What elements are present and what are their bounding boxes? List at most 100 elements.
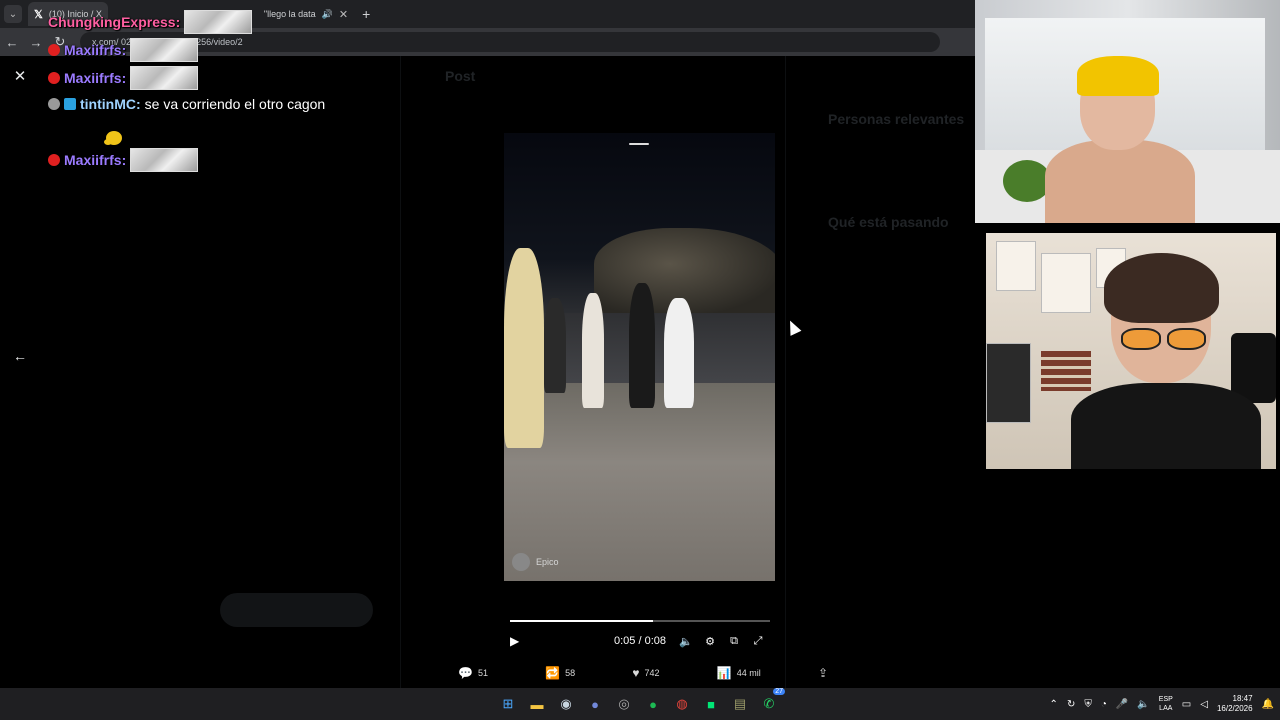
back-nav-icon[interactable]: ← — [0, 35, 24, 50]
video-time: 0:05 / 0:08 — [613, 635, 666, 647]
chat-text: se va corriendo el otro cagon — [144, 96, 326, 112]
cam-plush-toy — [1003, 160, 1051, 202]
reply-count: 51 — [477, 668, 488, 678]
bar-chart-icon: 📊 — [716, 666, 732, 680]
chat-username: Maxiifrfs: — [64, 152, 127, 168]
reply-icon: 💬 — [458, 666, 473, 680]
x-post-button-ghost — [220, 593, 373, 627]
chat-emote — [184, 10, 253, 34]
sub-badge-icon — [48, 72, 60, 84]
whatsapp-badge: 27 — [773, 688, 785, 695]
play-icon[interactable]: ▶ — [510, 634, 528, 648]
kick-icon[interactable]: ■ — [699, 692, 723, 716]
chat-username: tintinMC: — [80, 96, 141, 112]
badge-icon — [48, 98, 60, 110]
duration: 0:08 — [644, 635, 666, 647]
network-icon[interactable]: ◔ — [1101, 699, 1107, 710]
video-frame-person — [629, 283, 655, 408]
watermark-avatar — [512, 553, 530, 571]
video-frame-person — [582, 293, 604, 408]
cam-person-body — [1045, 140, 1195, 223]
app-icon[interactable]: ▤ — [728, 692, 752, 716]
chat-message: ChungkingExpress: — [48, 10, 253, 34]
like-count: 742 — [644, 668, 660, 678]
shield-icon[interactable]: ⛨ — [1084, 699, 1092, 710]
fullscreen-icon[interactable]: ⤢ — [746, 635, 770, 648]
tab-post[interactable]: "llego la data 🔊 ✕ — [258, 2, 354, 26]
volume-icon[interactable]: 🔈 — [674, 635, 698, 648]
repost-icon: 🔁 — [545, 666, 561, 680]
speaker-icon[interactable]: ◁ — [1200, 699, 1208, 710]
watermark-text: Epico — [536, 557, 559, 567]
arrow-left-icon[interactable]: ← — [10, 346, 30, 366]
chat-message: Maxiifrfs: — [48, 38, 199, 62]
display-icon[interactable]: ▭ — [1182, 699, 1191, 710]
views-button[interactable]: 📊 44 mil — [717, 666, 761, 680]
video-progress-fill — [510, 620, 653, 622]
lang-layout: LAA — [1159, 705, 1173, 712]
cam-beanie — [1077, 56, 1159, 96]
windows-start-icon[interactable]: ⊞ — [496, 692, 520, 716]
video-frame-person — [664, 298, 694, 408]
tab-label: "llego la data — [263, 9, 316, 19]
video-frame-person — [544, 298, 566, 393]
x-right-sidebar-title: Personas relevantes — [828, 111, 965, 127]
like-button[interactable]: ♥ 742 — [632, 666, 659, 680]
chat-emote — [130, 38, 199, 62]
chat-username: Maxiifrfs: — [64, 70, 127, 86]
forward-nav-icon[interactable]: → — [24, 35, 48, 50]
close-icon[interactable]: ✕ — [10, 67, 30, 87]
notification-bell-icon[interactable]: 🔔 — [1262, 699, 1274, 710]
clock-time: 18:47 — [1232, 694, 1253, 703]
pip-icon[interactable]: ⧉ — [722, 635, 746, 648]
video-drag-handle — [629, 143, 649, 145]
repost-button[interactable]: 🔁 58 — [545, 666, 575, 680]
language-indicator[interactable]: ESP LAA — [1159, 695, 1173, 713]
chat-username: ChungkingExpress: — [48, 14, 181, 30]
volume-tray-icon[interactable]: 🔈 — [1137, 699, 1149, 710]
steam-icon[interactable]: ◉ — [554, 692, 578, 716]
gear-icon[interactable]: ⚙ — [698, 635, 722, 648]
chevron-up-icon[interactable]: ⌃ — [1050, 699, 1058, 710]
reply-button[interactable]: 💬 51 — [458, 666, 488, 680]
share-icon: ⇪ — [817, 666, 828, 680]
chat-username: Maxiifrfs: — [64, 42, 127, 58]
webcam-streamer-2 — [986, 233, 1276, 469]
share-button[interactable]: ⇪ — [818, 666, 828, 680]
cam-wall-poster — [986, 343, 1031, 423]
obs-icon[interactable]: ◎ — [612, 692, 636, 716]
current-time: 0:05 — [613, 635, 636, 647]
video-watermark: Epico — [512, 553, 559, 571]
discord-icon[interactable]: ● — [583, 692, 607, 716]
chrome-icon[interactable]: ◍ — [670, 692, 694, 716]
sync-icon[interactable]: ↻ — [1067, 699, 1075, 710]
cam-wall-poster — [996, 241, 1036, 291]
address-bar[interactable]: x.com/ 023252590419497256/video/2 — [80, 32, 940, 52]
video-player[interactable]: Epico — [504, 133, 775, 581]
cam-book-stack — [1041, 351, 1091, 391]
chat-message: Maxiifrfs: — [48, 148, 199, 172]
spotify-icon[interactable]: ● — [641, 692, 665, 716]
cam-person-hair — [1104, 253, 1219, 323]
post-actions: 💬 51 🔁 58 ♥ 742 📊 44 mil ⇪ — [458, 664, 828, 682]
clock-date: 16/2/2026 — [1216, 704, 1253, 713]
whatsapp-icon[interactable]: ✆ 27 — [757, 688, 785, 716]
tab-search-dropdown-icon[interactable]: ⌄ — [4, 5, 22, 23]
tab-close-icon[interactable]: ✕ — [339, 8, 348, 21]
view-count: 44 mil — [736, 668, 761, 678]
system-tray: ⌃ ↻ ⛨ ◔ 🎤 🔈 ESP LAA ▭ ◁ 18:47 16/2/2026 … — [1050, 688, 1274, 720]
tab-audio-icon: 🔊 — [321, 8, 333, 19]
x-logo-icon: 𝕏 — [34, 8, 43, 21]
x-right-sidebar-section: Qué está pasando — [828, 214, 949, 230]
new-tab-icon[interactable]: + — [362, 6, 370, 22]
clock[interactable]: 18:47 16/2/2026 — [1217, 694, 1253, 714]
video-progress-bar[interactable] — [510, 620, 770, 622]
cam-wall-poster — [1041, 253, 1091, 313]
webcam-streamer-1 — [975, 0, 1280, 223]
cam-person-body — [1071, 383, 1261, 469]
x-post-header: Post — [445, 68, 476, 84]
x-column-divider — [400, 56, 401, 688]
mic-icon[interactable]: 🎤 — [1116, 699, 1128, 710]
file-explorer-icon[interactable]: ▬ — [525, 692, 549, 716]
windows-taskbar: ⊞ ▬ ◉ ● ◎ ● ◍ ■ ▤ ✆ 27 ⌃ ↻ ⛨ ◔ 🎤 🔈 ESP L… — [0, 688, 1280, 720]
